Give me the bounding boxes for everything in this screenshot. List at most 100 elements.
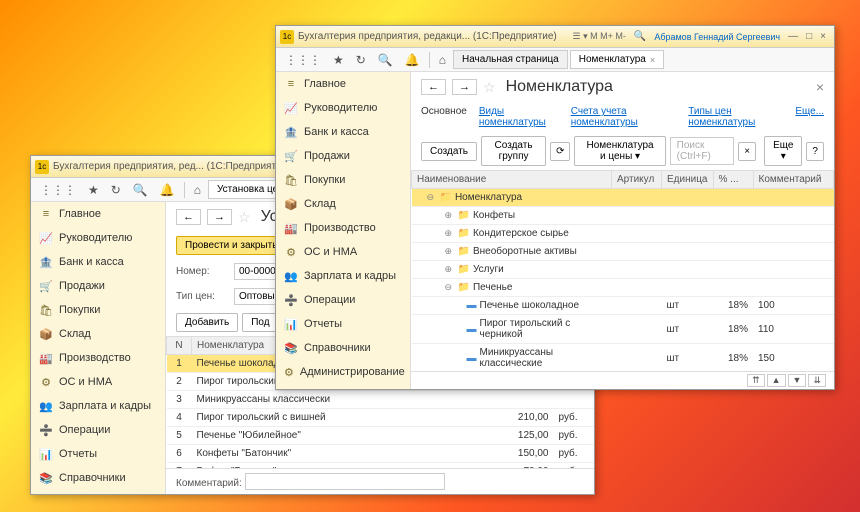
create-group-button[interactable]: Создать группу bbox=[481, 136, 546, 166]
fav-icon[interactable]: ☆ bbox=[238, 209, 251, 226]
sidebar-item[interactable]: 🏭Производство bbox=[31, 346, 165, 370]
comment-field[interactable] bbox=[245, 473, 445, 490]
more-button[interactable]: Еще ▾ bbox=[764, 136, 802, 166]
search-icon[interactable]: 🔍 bbox=[128, 181, 153, 199]
search-input[interactable]: Поиск (Ctrl+F) bbox=[670, 137, 735, 165]
folder-row[interactable]: ⊕📁Внеоборотные активы bbox=[412, 243, 834, 261]
history-icon[interactable]: ↻ bbox=[351, 51, 371, 69]
expand-icon[interactable]: ⊕ bbox=[445, 246, 455, 257]
sidebar-item[interactable]: 📚Справочники bbox=[31, 466, 165, 490]
max-button[interactable]: □ bbox=[802, 30, 816, 43]
sidebar-item[interactable]: 🛒Продажи bbox=[31, 274, 165, 298]
min-button[interactable]: — bbox=[784, 30, 802, 43]
sidebar-item[interactable]: 👥Зарплата и кадры bbox=[31, 394, 165, 418]
link-more[interactable]: Еще... bbox=[795, 106, 824, 128]
expand-icon[interactable]: ⊖ bbox=[445, 282, 455, 293]
tab-nomenclature[interactable]: Номенклатура× bbox=[570, 50, 664, 69]
close-button[interactable]: × bbox=[816, 30, 830, 43]
sidebar-item[interactable]: 📊Отчеты bbox=[31, 442, 165, 466]
add-button[interactable]: Добавить bbox=[176, 313, 238, 332]
sidebar-item[interactable]: 🏭Производство bbox=[276, 216, 410, 240]
fwd-button[interactable]: → bbox=[207, 209, 232, 225]
filter-button[interactable]: Номенклатура и цены ▾ bbox=[574, 136, 665, 166]
folder-row[interactable]: ⊖📁Номенклатура bbox=[412, 189, 834, 207]
table-row[interactable]: 3Миникруассаны классически bbox=[167, 391, 594, 409]
table-row[interactable]: 5Печенье "Юбилейное"125,00руб. bbox=[167, 427, 594, 445]
create-button[interactable]: Создать bbox=[421, 142, 477, 161]
folder-row[interactable]: ⊕📁Услуги bbox=[412, 261, 834, 279]
sidebar-item[interactable]: ⚙Администрирование bbox=[276, 360, 410, 384]
table-row[interactable]: 4Пирог тирольский с вишней210,00руб. bbox=[167, 409, 594, 427]
sidebar-item[interactable]: 🛒Продажи bbox=[276, 144, 410, 168]
col-comment[interactable]: Комментарий bbox=[753, 171, 834, 189]
select-button[interactable]: Под bbox=[242, 313, 278, 332]
expand-icon[interactable]: ⊕ bbox=[445, 264, 455, 275]
sidebar-item[interactable]: 📦Склад bbox=[276, 192, 410, 216]
link-accounts[interactable]: Счета учета номенклатуры bbox=[571, 106, 677, 128]
item-row[interactable]: ▬Пирог тирольский с черникойшт18%110 bbox=[412, 315, 834, 344]
col-sku[interactable]: Артикул bbox=[612, 171, 662, 189]
expand-icon[interactable]: ⊕ bbox=[445, 228, 455, 239]
sidebar-item[interactable]: 📊Отчеты bbox=[276, 312, 410, 336]
fav-icon[interactable]: ☆ bbox=[483, 79, 496, 96]
table-row[interactable]: 6Конфеты "Батончик"150,00руб. bbox=[167, 445, 594, 463]
apps-icon[interactable]: ⋮⋮⋮ bbox=[280, 51, 326, 69]
fwd-button[interactable]: → bbox=[452, 79, 477, 95]
home-icon[interactable]: ⌂ bbox=[189, 181, 206, 199]
back-button[interactable]: ← bbox=[176, 209, 201, 225]
back-button[interactable]: ← bbox=[421, 79, 446, 95]
expand-icon[interactable]: ⊕ bbox=[445, 210, 455, 221]
star-icon[interactable]: ★ bbox=[328, 51, 349, 69]
sidebar-item[interactable]: ➗Операции bbox=[31, 418, 165, 442]
star-icon[interactable]: ★ bbox=[83, 181, 104, 199]
clear-search-button[interactable]: × bbox=[738, 142, 756, 161]
help-button[interactable]: ? bbox=[806, 142, 824, 161]
sidebar-item[interactable]: ≡Главное bbox=[276, 72, 410, 96]
save-close-button[interactable]: Провести и закрыть bbox=[176, 236, 286, 255]
pg-up[interactable]: ▲ bbox=[767, 374, 786, 387]
folder-row[interactable]: ⊕📁Кондитерское сырье bbox=[412, 225, 834, 243]
sidebar-item[interactable]: 🛍Покупки bbox=[276, 168, 410, 192]
search-icon[interactable]: 🔍 bbox=[373, 51, 398, 69]
sidebar-item[interactable]: 📚Справочники bbox=[276, 336, 410, 360]
link-price-types[interactable]: Типы цен номенклатуры bbox=[688, 106, 783, 128]
sidebar-item[interactable]: ⚙ОС и НМА bbox=[276, 240, 410, 264]
refresh-button[interactable]: ⟳ bbox=[550, 142, 570, 161]
col-unit[interactable]: Единица bbox=[662, 171, 714, 189]
pg-last[interactable]: ⇊ bbox=[808, 374, 826, 387]
link-main[interactable]: Основное bbox=[421, 106, 467, 128]
tb-m[interactable]: ☰ ▾ M M+ M- bbox=[569, 30, 630, 43]
item-row[interactable]: ▬Печенье шоколадноешт18%100 bbox=[412, 297, 834, 315]
tab-home[interactable]: Начальная страница bbox=[453, 50, 568, 69]
history-icon[interactable]: ↻ bbox=[106, 181, 126, 199]
folder-row[interactable]: ⊕📁Конфеты bbox=[412, 207, 834, 225]
tab-close-icon[interactable]: × bbox=[650, 55, 655, 65]
col-pct[interactable]: % ... bbox=[713, 171, 753, 189]
expand-icon[interactable]: ⊖ bbox=[427, 192, 437, 203]
col-name[interactable]: Наименование bbox=[412, 171, 612, 189]
sidebar-item[interactable]: 🏦Банк и касса bbox=[276, 120, 410, 144]
bell-icon[interactable]: 🔔 bbox=[400, 51, 425, 69]
pg-down[interactable]: ▼ bbox=[788, 374, 807, 387]
sidebar-item[interactable]: ➗Операции bbox=[276, 288, 410, 312]
user-link[interactable]: Абрамов Геннадий Сергеевич bbox=[650, 31, 784, 43]
sidebar-item[interactable]: 📈Руководителю bbox=[276, 96, 410, 120]
sidebar-item[interactable]: 👥Зарплата и кадры bbox=[276, 264, 410, 288]
sidebar-item[interactable]: 📈Руководителю bbox=[31, 226, 165, 250]
sidebar-item[interactable]: 🏦Банк и касса bbox=[31, 250, 165, 274]
col-n[interactable]: N bbox=[167, 337, 192, 355]
bell-icon[interactable]: 🔔 bbox=[155, 181, 180, 199]
item-row[interactable]: ▬Миникруассаны классическиешт18%150 bbox=[412, 344, 834, 372]
sidebar-item[interactable]: ⚙ОС и НМА bbox=[31, 370, 165, 394]
sidebar-item[interactable]: 🛍Покупки bbox=[31, 298, 165, 322]
link-types[interactable]: Виды номенклатуры bbox=[479, 106, 559, 128]
apps-icon[interactable]: ⋮⋮⋮ bbox=[35, 181, 81, 199]
folder-row[interactable]: ⊖📁Печенье bbox=[412, 279, 834, 297]
sidebar-item[interactable]: 📦Склад bbox=[31, 322, 165, 346]
page-close-icon[interactable]: × bbox=[816, 79, 824, 95]
sidebar-item[interactable]: ⚙Администрирование bbox=[31, 490, 165, 494]
home-icon[interactable]: ⌂ bbox=[434, 51, 451, 69]
pg-first[interactable]: ⇈ bbox=[747, 374, 765, 387]
search-icon[interactable]: 🔍 bbox=[630, 30, 650, 43]
sidebar-item[interactable]: ≡Главное bbox=[31, 202, 165, 226]
